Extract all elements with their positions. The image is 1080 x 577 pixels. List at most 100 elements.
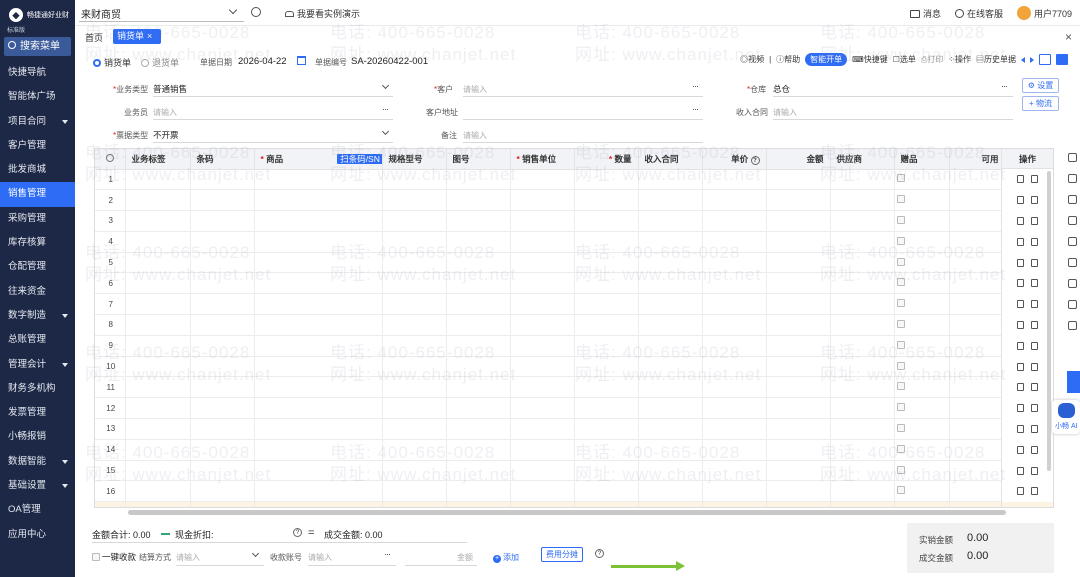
delete-icon[interactable]: [1017, 341, 1024, 350]
delete-icon[interactable]: [1017, 466, 1024, 475]
more-icon[interactable]: ···: [382, 104, 389, 114]
gift-checkbox[interactable]: [896, 257, 905, 266]
table-cell[interactable]: [254, 439, 383, 461]
table-cell[interactable]: [638, 189, 703, 212]
gift-cell[interactable]: [894, 480, 950, 503]
table-cell[interactable]: [766, 272, 831, 295]
table-cell[interactable]: [254, 356, 383, 378]
table-cell[interactable]: [254, 189, 383, 212]
copy-icon[interactable]: [1031, 279, 1038, 288]
sidebar-item[interactable]: OA管理: [0, 498, 75, 522]
table-cell[interactable]: [830, 314, 895, 336]
table-cell[interactable]: [830, 460, 895, 482]
shortcut-button[interactable]: ⌨快捷键: [852, 54, 888, 65]
table-cell[interactable]: [190, 356, 255, 378]
delete-icon[interactable]: [1017, 404, 1024, 413]
table-cell[interactable]: [702, 397, 767, 420]
table-cell[interactable]: [254, 314, 383, 336]
table-row[interactable]: 5: [95, 252, 1053, 274]
table-cell[interactable]: [830, 418, 895, 440]
table-cell[interactable]: [190, 252, 255, 274]
table-cell[interactable]: [574, 189, 639, 212]
table-row[interactable]: 3: [95, 210, 1053, 232]
table-cell[interactable]: [510, 356, 575, 378]
question-icon[interactable]: ?: [293, 528, 302, 537]
invoice-type-select[interactable]: 不开票: [153, 129, 179, 141]
table-cell[interactable]: [382, 272, 447, 295]
table-row[interactable]: 13: [95, 418, 1053, 440]
copy-icon[interactable]: [1031, 445, 1038, 454]
gift-checkbox[interactable]: [896, 423, 905, 432]
gift-cell[interactable]: [894, 169, 950, 191]
table-cell[interactable]: [382, 376, 447, 399]
gift-checkbox[interactable]: [896, 299, 905, 308]
table-cell[interactable]: [382, 252, 447, 274]
gear-icon[interactable]: [105, 153, 114, 162]
shield-icon[interactable]: [1068, 174, 1077, 183]
biz-type-select[interactable]: 普通销售: [153, 83, 187, 95]
settings-button[interactable]: ⚙ 设置: [1022, 78, 1059, 93]
question-icon[interactable]: ?: [750, 155, 760, 165]
contract-input[interactable]: 请输入: [773, 107, 797, 118]
table-cell[interactable]: [382, 210, 447, 232]
table-cell[interactable]: [638, 252, 703, 274]
date-input[interactable]: 2026-04-22: [238, 56, 287, 67]
table-cell[interactable]: [446, 189, 511, 212]
copy-icon[interactable]: [1031, 175, 1038, 184]
prev-arrow-icon[interactable]: [1021, 56, 1025, 63]
table-row[interactable]: 10: [95, 356, 1053, 378]
table-cell[interactable]: [702, 480, 767, 503]
table-cell[interactable]: [190, 169, 255, 191]
column-settings[interactable]: [95, 149, 126, 170]
service-button[interactable]: 在线客服: [954, 7, 1003, 20]
comment-icon[interactable]: [1068, 321, 1077, 330]
card-view-button[interactable]: [1056, 54, 1068, 65]
table-cell[interactable]: [766, 397, 831, 420]
table-cell[interactable]: [574, 460, 639, 482]
table-cell[interactable]: [766, 335, 831, 357]
file-icon[interactable]: [1068, 258, 1077, 267]
gift-cell[interactable]: [894, 252, 950, 274]
sidebar-item[interactable]: 往来资金: [0, 280, 75, 304]
table-cell[interactable]: [638, 397, 703, 420]
table-cell[interactable]: [574, 418, 639, 440]
copy-icon[interactable]: [1031, 300, 1038, 309]
table-cell[interactable]: [125, 252, 191, 274]
copy-icon[interactable]: [1031, 487, 1038, 496]
sidebar-item[interactable]: 快捷导航: [0, 61, 75, 85]
gift-checkbox[interactable]: [896, 361, 905, 370]
table-cell[interactable]: [382, 439, 447, 461]
chevron-down-icon[interactable]: [228, 5, 238, 15]
table-cell[interactable]: [702, 356, 767, 378]
table-cell[interactable]: [638, 314, 703, 336]
horizontal-scrollbar[interactable]: [128, 510, 1006, 515]
table-cell[interactable]: [510, 376, 575, 399]
payment-amount-input[interactable]: 金额: [457, 552, 473, 563]
gift-cell[interactable]: [894, 335, 950, 357]
table-cell[interactable]: [830, 252, 895, 274]
delete-icon[interactable]: [1017, 320, 1024, 329]
table-cell[interactable]: [190, 335, 255, 357]
table-cell[interactable]: [638, 231, 703, 253]
delete-icon[interactable]: [1017, 383, 1024, 392]
gift-checkbox[interactable]: [896, 486, 905, 495]
chart-icon[interactable]: [1067, 371, 1080, 393]
table-cell[interactable]: [190, 480, 255, 503]
table-row[interactable]: 7: [95, 293, 1053, 316]
table-cell[interactable]: [702, 314, 767, 336]
gift-checkbox[interactable]: [896, 236, 905, 245]
customer-input[interactable]: 请输入: [463, 84, 487, 95]
gift-cell[interactable]: [894, 293, 950, 316]
gift-cell[interactable]: [894, 272, 950, 295]
print-button[interactable]: ⎙打印: [921, 54, 943, 65]
table-row[interactable]: 16: [95, 480, 1053, 503]
tab-sales-order[interactable]: 销货单 ×: [113, 29, 161, 44]
table-cell[interactable]: [574, 480, 639, 503]
table-row[interactable]: 9: [95, 335, 1053, 357]
table-cell[interactable]: [638, 376, 703, 399]
table-cell[interactable]: [702, 252, 767, 274]
table-cell[interactable]: [446, 460, 511, 482]
one-click-receipt[interactable]: 一键收款: [92, 551, 136, 563]
table-cell[interactable]: [638, 356, 703, 378]
sidebar-item[interactable]: 小畅报销: [0, 425, 75, 449]
